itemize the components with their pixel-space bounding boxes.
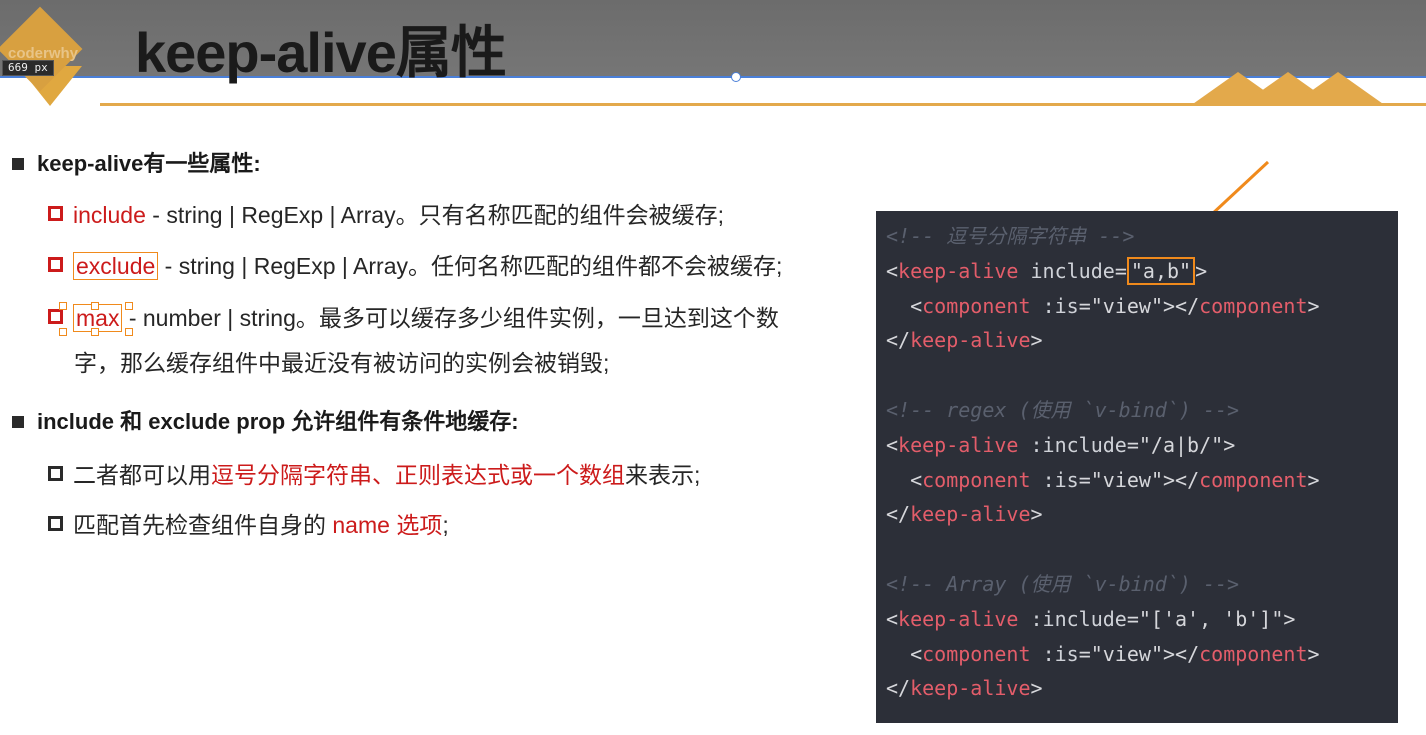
section1-heading: keep-alive有一些属性: — [37, 151, 261, 176]
text: 匹配首先检查组件自身的 — [73, 512, 333, 538]
code-comment-3: <!-- Array (使用 `v-bind`) --> — [886, 572, 1240, 596]
resize-handle[interactable] — [59, 328, 67, 336]
section1-bullet: keep-alive有一些属性: — [12, 150, 261, 178]
prop-desc-exclude: - string | RegExp | Array。任何名称匹配的组件都不会被缓… — [158, 253, 783, 279]
code-line: </keep-alive> — [886, 676, 1043, 700]
resize-handle[interactable] — [124, 328, 133, 336]
text: 来表示; — [625, 462, 701, 488]
code-line: <component :is="view"></component> — [910, 468, 1320, 492]
list-item-name-option: 匹配首先检查组件自身的 name 选项; — [48, 510, 449, 540]
slide-title: keep-alive属性 — [135, 21, 507, 84]
code-line: </keep-alive> — [886, 502, 1043, 526]
highlight-text: 逗号分隔字符串、正则表达式或一个数组 — [211, 462, 625, 488]
ruler-guide-handle[interactable] — [731, 72, 741, 82]
section2-heading: include 和 exclude prop 允许组件有条件地缓存: — [37, 409, 519, 434]
list-item-exclude: exclude - string | RegExp | Array。任何名称匹配… — [48, 251, 782, 281]
decor-triangle — [1290, 72, 1386, 106]
code-line: <keep-alive include= "a,b" > — [886, 257, 1208, 285]
prop-name-exclude: exclude — [73, 252, 159, 280]
section2-bullet: include 和 exclude prop 允许组件有条件地缓存: — [12, 408, 519, 436]
text: ; — [442, 512, 449, 538]
prop-desc-max: - number | string。最多可以缓存多少组件实例，一旦达到这个数 — [128, 305, 779, 331]
list-item-formats: 二者都可以用逗号分隔字符串、正则表达式或一个数组来表示; — [48, 460, 700, 490]
highlight-text: name 选项 — [332, 512, 443, 538]
resize-handle[interactable] — [59, 302, 67, 310]
prop-desc-max-cont: 字，那么缓存组件中最近没有被访问的实例会被销毁; — [74, 350, 610, 376]
resize-handle[interactable] — [124, 302, 133, 310]
resize-handle[interactable] — [91, 328, 99, 336]
code-line: <keep-alive :include="/a|b/"> — [886, 433, 1236, 457]
code-comment-1: <!-- 逗号分隔字符串 --> — [886, 224, 1135, 248]
code-comment-2: <!-- regex (使用 `v-bind`) --> — [886, 398, 1240, 422]
hollow-square-icon — [48, 309, 63, 324]
resize-handle[interactable] — [91, 302, 99, 310]
list-item-include: include - string | RegExp | Array。只有名称匹配… — [48, 200, 724, 230]
hollow-square-icon — [48, 206, 63, 221]
code-line: <keep-alive :include="['a', 'b']"> — [886, 607, 1296, 631]
hollow-square-icon — [48, 466, 63, 481]
ruler-measure-label: 669 px — [2, 60, 54, 76]
code-line: <component :is="view"></component> — [910, 642, 1320, 666]
code-line: </keep-alive> — [886, 328, 1043, 352]
hollow-square-icon — [48, 257, 63, 272]
hollow-square-icon — [48, 516, 63, 531]
prop-name-include: include — [73, 202, 146, 228]
highlighted-value: "a,b" — [1126, 257, 1196, 285]
selection-box[interactable]: max — [59, 302, 133, 336]
square-bullet-icon — [12, 416, 24, 428]
square-bullet-icon — [12, 158, 24, 170]
code-line: <component :is="view"></component> — [910, 294, 1320, 318]
text: 二者都可以用 — [73, 462, 211, 488]
list-item-max: max - number | string。最多可以缓存多少组件实例，一旦达到这… — [48, 302, 779, 336]
prop-desc-include: - string | RegExp | Array。只有名称匹配的组件会被缓存; — [145, 202, 724, 228]
code-block: <!-- 逗号分隔字符串 --> <keep-alive include= "a,… — [876, 211, 1398, 723]
